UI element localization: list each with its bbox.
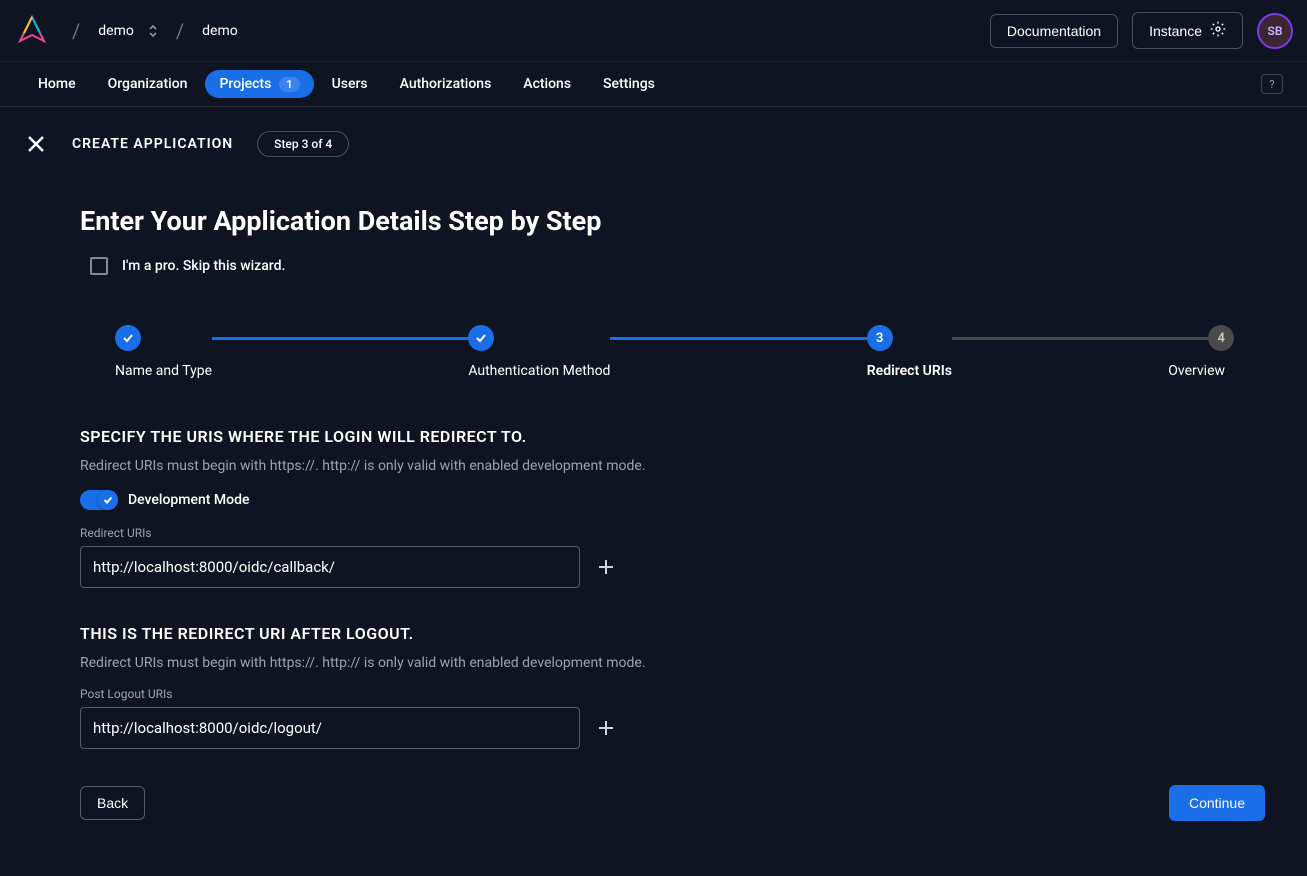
footer-buttons: Back Continue <box>80 785 1265 821</box>
check-icon <box>121 331 135 345</box>
step-2-label: Authentication Method <box>468 363 610 379</box>
step-1: Name and Type <box>115 325 212 379</box>
breadcrumb-separator: / <box>176 19 184 43</box>
nav-organization[interactable]: Organization <box>94 70 202 98</box>
add-post-logout-button[interactable] <box>592 714 620 742</box>
step-3: 3 Redirect URIs <box>867 325 952 379</box>
redirect-section: SPECIFY THE URIS WHERE THE LOGIN WILL RE… <box>80 427 1265 588</box>
connector-2-3 <box>610 337 866 340</box>
project-name[interactable]: demo <box>194 19 246 43</box>
content: CREATE APPLICATION Step 3 of 4 Enter You… <box>0 107 1307 845</box>
back-button[interactable]: Back <box>80 786 145 820</box>
nav-authorizations[interactable]: Authorizations <box>386 70 506 98</box>
nav-projects-label: Projects <box>219 76 271 92</box>
skip-wizard-row: I'm a pro. Skip this wizard. <box>80 257 1265 275</box>
dev-mode-row: Development Mode <box>80 490 1265 510</box>
chevron-updown-icon <box>148 25 158 37</box>
instance-button[interactable]: Instance <box>1132 12 1243 49</box>
wizard-header: CREATE APPLICATION Step 3 of 4 <box>24 131 1283 157</box>
step-3-circle[interactable]: 3 <box>867 325 893 351</box>
continue-button[interactable]: Continue <box>1169 785 1265 821</box>
post-logout-row <box>80 707 1265 749</box>
step-3-label: Redirect URIs <box>867 363 952 379</box>
documentation-button[interactable]: Documentation <box>990 14 1118 48</box>
check-icon <box>474 331 488 345</box>
logo[interactable] <box>14 13 50 49</box>
skip-wizard-checkbox[interactable] <box>90 257 108 275</box>
logout-section: THIS IS THE REDIRECT URI AFTER LOGOUT. R… <box>80 624 1265 749</box>
header-actions: Documentation Instance SB <box>990 12 1293 49</box>
wizard-main: Enter Your Application Details Step by S… <box>24 205 1283 821</box>
step-4-circle[interactable]: 4 <box>1208 325 1234 351</box>
dev-mode-label: Development Mode <box>128 492 250 508</box>
nav-home[interactable]: Home <box>24 70 90 98</box>
redirect-uri-input[interactable] <box>80 546 580 588</box>
header: / demo / demo Documentation Instance SB <box>0 0 1307 62</box>
nav-actions[interactable]: Actions <box>509 70 585 98</box>
breadcrumb-separator: / <box>72 19 80 43</box>
plus-icon <box>596 557 616 577</box>
connector-3-4 <box>952 337 1208 340</box>
stepper: Name and Type Authentication Method 3 Re… <box>80 325 1265 379</box>
step-1-label: Name and Type <box>115 363 212 379</box>
logout-section-desc: Redirect URIs must begin with https://. … <box>80 655 1265 671</box>
org-selector[interactable]: demo <box>90 19 166 43</box>
instance-label: Instance <box>1149 23 1202 39</box>
redirect-uris-label: Redirect URIs <box>80 526 1265 540</box>
step-badge: Step 3 of 4 <box>257 131 349 157</box>
nav-projects[interactable]: Projects 1 <box>205 70 313 98</box>
nav-projects-badge: 1 <box>279 77 299 92</box>
add-redirect-uri-button[interactable] <box>592 553 620 581</box>
step-4-label: Overview <box>1168 363 1225 379</box>
dev-mode-toggle[interactable] <box>80 490 118 510</box>
step-2: Authentication Method <box>468 325 610 379</box>
page-title: Enter Your Application Details Step by S… <box>80 205 1265 237</box>
toggle-knob <box>98 490 118 510</box>
connector-1-2 <box>212 337 468 340</box>
step-2-circle[interactable] <box>468 325 494 351</box>
post-logout-label: Post Logout URIs <box>80 687 1265 701</box>
close-icon <box>27 135 45 153</box>
redirect-section-desc: Redirect URIs must begin with https://. … <box>80 458 1265 474</box>
step-4: 4 Overview <box>1208 325 1265 379</box>
check-icon <box>102 494 114 506</box>
plus-icon <box>596 718 616 738</box>
step-1-circle[interactable] <box>115 325 141 351</box>
help-button[interactable]: ? <box>1261 74 1283 94</box>
skip-wizard-label: I'm a pro. Skip this wizard. <box>122 258 285 274</box>
wizard-title: CREATE APPLICATION <box>72 136 233 152</box>
post-logout-input[interactable] <box>80 707 580 749</box>
main-nav: Home Organization Projects 1 Users Autho… <box>0 62 1307 107</box>
nav-settings[interactable]: Settings <box>589 70 669 98</box>
nav-users[interactable]: Users <box>318 70 382 98</box>
redirect-uri-row <box>80 546 1265 588</box>
gear-icon <box>1210 21 1226 40</box>
org-name: demo <box>98 23 134 39</box>
redirect-section-title: SPECIFY THE URIS WHERE THE LOGIN WILL RE… <box>80 427 1265 446</box>
logout-section-title: THIS IS THE REDIRECT URI AFTER LOGOUT. <box>80 624 1265 643</box>
avatar[interactable]: SB <box>1257 13 1293 49</box>
close-button[interactable] <box>24 132 48 156</box>
